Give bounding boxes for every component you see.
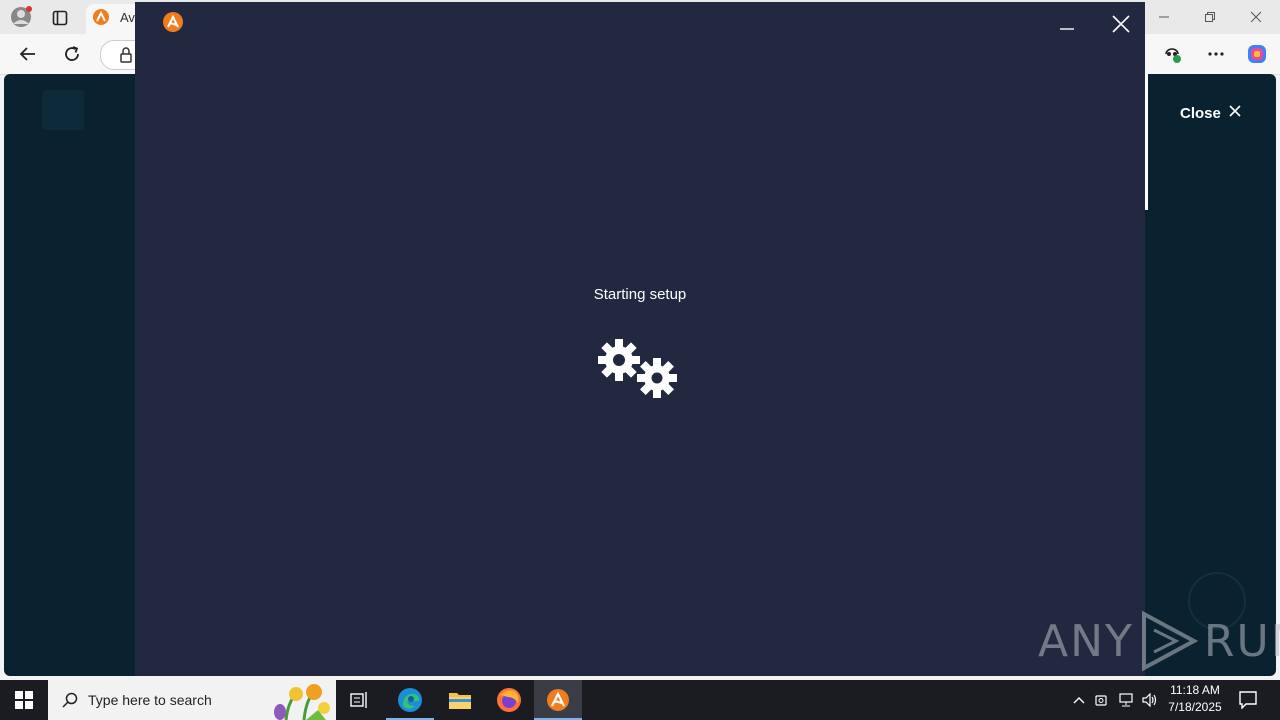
meet-now-icon[interactable] [1090, 693, 1114, 707]
taskbar: Type here to search 11:18 AM 7/18/2025 [0, 680, 1280, 720]
close-icon [1229, 104, 1241, 122]
edge-icon [398, 688, 422, 712]
refresh-icon[interactable] [60, 42, 84, 66]
installer-minimize-button[interactable] [1053, 10, 1081, 38]
search-placeholder: Type here to search [88, 692, 212, 708]
taskbar-search-box[interactable]: Type here to search [48, 680, 336, 720]
firefox-icon [497, 688, 521, 712]
windows-icon [15, 691, 33, 709]
installer-window: Starting setup [135, 2, 1145, 676]
copilot-icon[interactable] [1245, 42, 1269, 66]
taskbar-clock[interactable]: 11:18 AM 7/18/2025 [1160, 682, 1230, 716]
tab-actions-icon[interactable] [50, 8, 70, 28]
start-button[interactable] [0, 680, 48, 720]
more-options-icon[interactable] [1204, 42, 1228, 66]
setup-status-text: Starting setup [593, 286, 687, 303]
window-restore-icon[interactable] [1198, 6, 1222, 28]
edge-taskbar-button[interactable] [386, 680, 434, 720]
avast-taskbar-button[interactable] [534, 680, 582, 720]
task-view-button[interactable] [336, 680, 384, 720]
search-icon [62, 692, 78, 708]
flowers-illustration-icon [274, 684, 330, 720]
page-logo [42, 90, 84, 130]
network-icon[interactable] [1114, 693, 1138, 707]
volume-icon[interactable] [1138, 693, 1162, 707]
browser-essentials-icon[interactable] [1160, 42, 1184, 66]
gears-loading-icon [595, 336, 685, 406]
page-close-label: Close [1180, 104, 1221, 122]
avast-icon [547, 689, 569, 711]
page-scrollbar[interactable] [1145, 74, 1148, 210]
profile-icon[interactable] [10, 6, 32, 28]
window-close-icon[interactable] [1244, 6, 1268, 28]
installer-close-button[interactable] [1107, 10, 1135, 38]
firefox-taskbar-button[interactable] [485, 680, 533, 720]
window-minimize-icon[interactable] [1152, 6, 1176, 28]
back-icon[interactable] [16, 42, 40, 66]
folder-icon [449, 693, 471, 709]
avast-tab-icon [93, 9, 109, 25]
task-view-icon [350, 692, 367, 708]
page-close-button[interactable]: Close [1180, 104, 1241, 122]
avast-logo-icon [163, 12, 183, 32]
show-hidden-icons-icon[interactable] [1068, 696, 1090, 704]
watermark-right-text: RUN [1203, 615, 1280, 667]
file-explorer-taskbar-button[interactable] [436, 680, 484, 720]
play-icon [1141, 610, 1199, 672]
system-tray [1068, 680, 1162, 720]
notifications-button[interactable] [1224, 680, 1272, 720]
anyrun-watermark: ANY RUN [1038, 608, 1280, 674]
lock-icon [117, 46, 135, 64]
watermark-left-text: ANY [1038, 615, 1134, 667]
notification-icon [1239, 691, 1257, 709]
clock-date: 7/18/2025 [1168, 700, 1222, 714]
clock-time: 11:18 AM [1170, 683, 1220, 697]
